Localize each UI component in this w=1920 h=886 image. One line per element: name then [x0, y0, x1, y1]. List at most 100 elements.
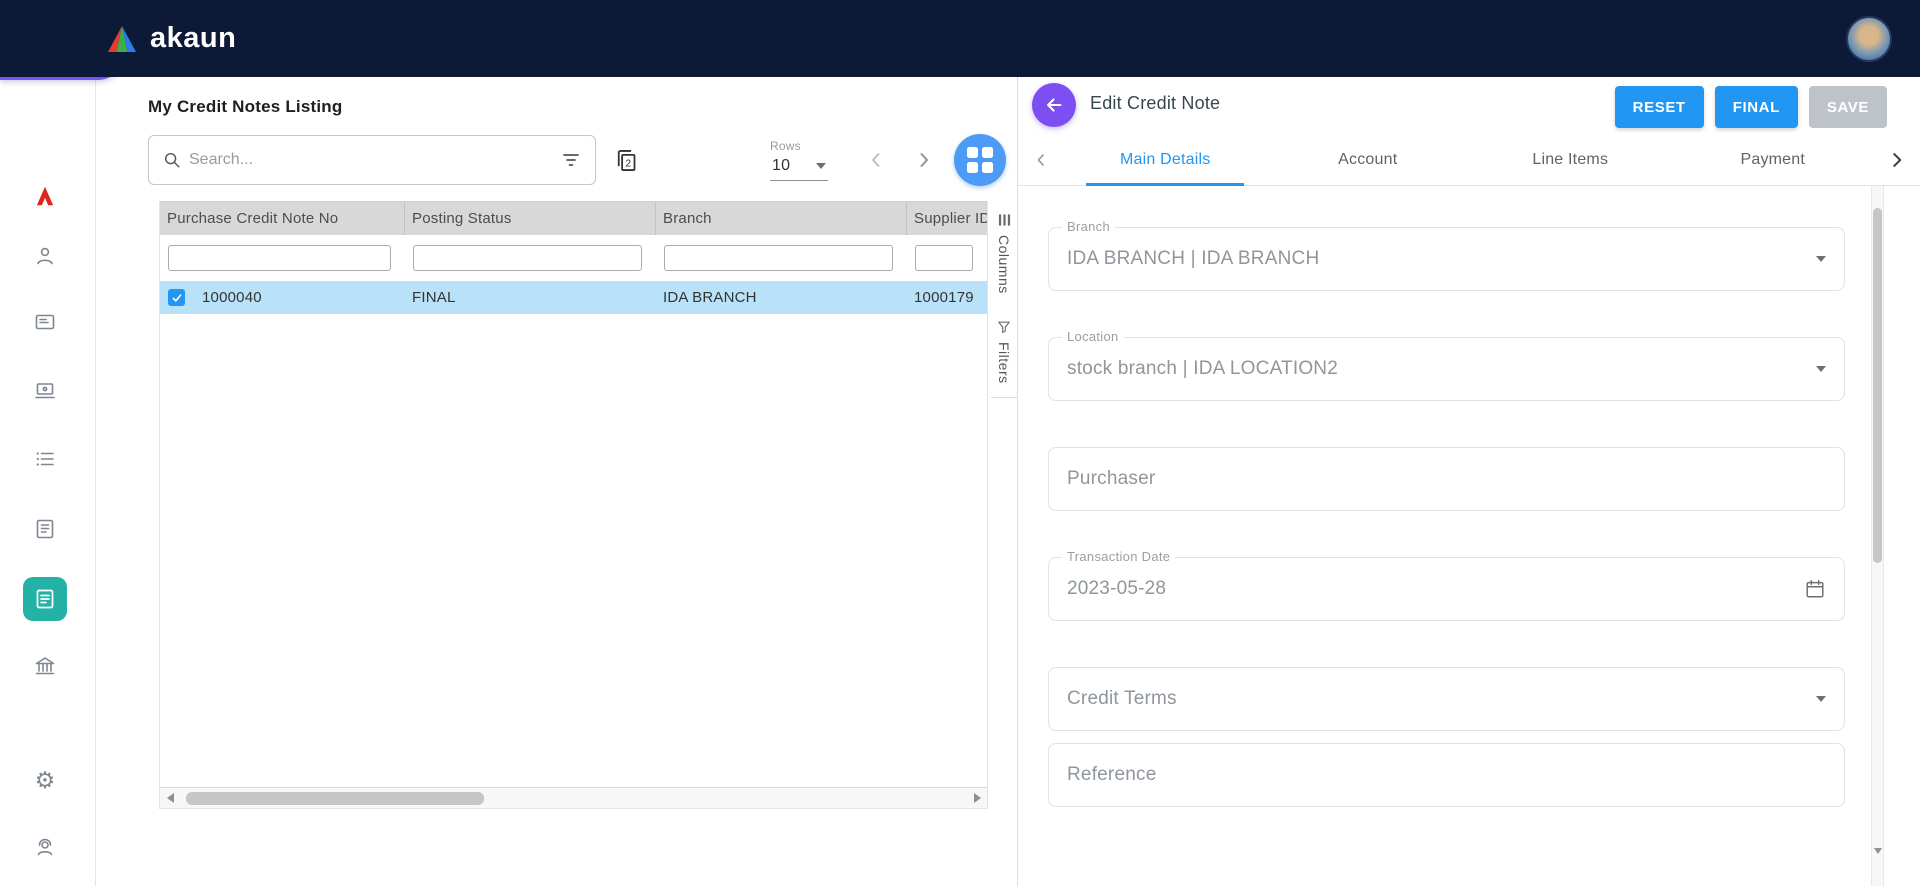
tab-account[interactable]: Account — [1267, 135, 1470, 185]
vscroll-thumb[interactable] — [1873, 208, 1882, 563]
support-icon — [33, 835, 57, 859]
triangle-down-icon — [1874, 848, 1882, 854]
search-filter-button[interactable] — [561, 150, 581, 170]
row-checkbox[interactable] — [168, 289, 185, 306]
hscroll-track[interactable] — [180, 788, 967, 808]
table-filter-row — [160, 235, 987, 281]
cell-branch: IDA BRANCH — [656, 281, 907, 314]
transaction-date-field[interactable]: Transaction Date 2023-05-28 — [1048, 557, 1845, 621]
search-input[interactable] — [189, 151, 553, 169]
horizontal-scrollbar[interactable] — [160, 787, 987, 808]
branch-select[interactable]: Branch IDA BRANCH | IDA BRANCH — [1048, 227, 1845, 291]
credit-terms-placeholder: Credit Terms — [1067, 688, 1177, 710]
sidebar-item-settings[interactable]: ⚙ — [23, 758, 67, 802]
column-header-branch[interactable]: Branch — [656, 202, 907, 235]
sidebar-item-bank[interactable] — [23, 644, 67, 688]
column-header-supplier-id[interactable]: Supplier ID — [907, 202, 987, 235]
search-box — [148, 135, 596, 185]
detail-list-icon — [33, 447, 57, 471]
chevron-down-icon — [1816, 366, 1826, 372]
grid-view-button[interactable] — [954, 134, 1006, 186]
calendar-icon — [1804, 578, 1826, 600]
tab-payment[interactable]: Payment — [1672, 135, 1875, 185]
listing-title: My Credit Notes Listing — [148, 97, 1017, 117]
sidebar-item-contacts[interactable] — [23, 234, 67, 278]
table-zone: Purchase Credit Note No Posting Status B… — [159, 201, 1017, 809]
chevron-right-icon — [912, 148, 936, 172]
rows-value: 10 — [772, 157, 790, 175]
table-empty-area — [160, 314, 987, 787]
transaction-date-label: Transaction Date — [1062, 549, 1175, 564]
rows-label: Rows — [770, 139, 840, 153]
credit-terms-select[interactable]: Credit Terms — [1048, 667, 1845, 731]
filter-input-purchase-credit-note-no[interactable] — [168, 245, 391, 271]
grid-icon — [967, 147, 978, 158]
sidebar-item-pos[interactable] — [23, 369, 67, 413]
column-header-purchase-credit-note-no[interactable]: Purchase Credit Note No — [160, 202, 405, 235]
user-icon — [33, 244, 57, 268]
table-side-tools: Columns Filters — [991, 201, 1017, 398]
branch-label: Branch — [1062, 219, 1115, 234]
next-page-button[interactable] — [912, 148, 936, 172]
akaun-logo[interactable]: akaun — [104, 22, 236, 55]
search-icon — [163, 151, 181, 169]
columns-label: Columns — [996, 235, 1012, 294]
columns-tool[interactable]: Columns — [996, 201, 1012, 308]
sidebar-item-support[interactable] — [23, 825, 67, 869]
purchaser-field[interactable]: Purchaser — [1048, 447, 1845, 511]
filters-tool[interactable]: Filters — [996, 308, 1012, 398]
tabs-scroll-right-button[interactable] — [1874, 135, 1920, 185]
editor-title: Edit Credit Note — [1090, 93, 1220, 114]
funnel-icon — [997, 320, 1011, 334]
arrow-left-icon — [1043, 94, 1065, 116]
filter-input-supplier-id[interactable] — [915, 245, 973, 271]
sidebar-item-credit-notes[interactable] — [23, 577, 67, 621]
terminal-icon — [33, 379, 57, 403]
cell-posting-status: FINAL — [405, 281, 656, 314]
sidebar-item-ledger[interactable] — [23, 507, 67, 551]
tab-main-details[interactable]: Main Details — [1064, 135, 1267, 185]
reset-button[interactable]: RESET — [1615, 86, 1704, 128]
chevron-left-icon — [1031, 150, 1051, 170]
vertical-scrollbar[interactable] — [1871, 186, 1884, 886]
sidebar-item-invoices[interactable] — [23, 300, 67, 344]
tab-line-items[interactable]: Line Items — [1469, 135, 1672, 185]
svg-text:2: 2 — [626, 158, 632, 169]
ledger-icon — [33, 517, 57, 541]
location-select[interactable]: Location stock branch | IDA LOCATION2 — [1048, 337, 1845, 401]
scroll-down-button[interactable] — [1873, 848, 1883, 854]
logo-text: akaun — [150, 22, 236, 55]
reference-field[interactable]: Reference — [1048, 743, 1845, 807]
hscroll-thumb[interactable] — [186, 792, 484, 805]
previous-page-button[interactable] — [864, 148, 888, 172]
purchaser-placeholder: Purchaser — [1067, 468, 1155, 490]
filter-input-posting-status[interactable] — [413, 245, 642, 271]
duplicate-page-button[interactable]: 2 — [612, 147, 639, 174]
chevron-down-icon — [1816, 696, 1826, 702]
chevron-down-icon — [1816, 256, 1826, 262]
branch-value: IDA BRANCH | IDA BRANCH — [1067, 248, 1319, 270]
rows-per-page-select[interactable]: Rows 10 — [770, 139, 840, 181]
chevron-left-icon — [864, 148, 888, 172]
bank-icon — [33, 654, 57, 678]
sidebar-item-listing[interactable] — [23, 437, 67, 481]
tabs-scroll-left-button[interactable] — [1018, 135, 1064, 185]
sidebar-item-acrobat[interactable] — [23, 174, 67, 218]
user-avatar[interactable] — [1846, 16, 1892, 62]
acrobat-icon — [32, 183, 58, 209]
main-details-form: Branch IDA BRANCH | IDA BRANCH Location … — [1018, 186, 1920, 886]
columns-icon — [998, 213, 1011, 227]
calendar-button[interactable] — [1804, 578, 1826, 600]
scroll-left-button[interactable] — [160, 788, 180, 808]
table-row[interactable]: 1000040 FINAL IDA BRANCH 1000179 — [160, 281, 987, 314]
app-root: akaun — [0, 0, 1920, 886]
column-header-posting-status[interactable]: Posting Status — [405, 202, 656, 235]
filter-input-branch[interactable] — [664, 245, 893, 271]
check-icon — [171, 292, 183, 304]
save-button[interactable]: SAVE — [1809, 86, 1887, 128]
edit-credit-note-panel: Edit Credit Note RESET FINAL SAVE Main D… — [1018, 77, 1920, 886]
scroll-right-button[interactable] — [967, 788, 987, 808]
table-header-row: Purchase Credit Note No Posting Status B… — [160, 201, 987, 235]
back-button[interactable] — [1032, 83, 1076, 127]
final-button[interactable]: FINAL — [1715, 86, 1798, 128]
